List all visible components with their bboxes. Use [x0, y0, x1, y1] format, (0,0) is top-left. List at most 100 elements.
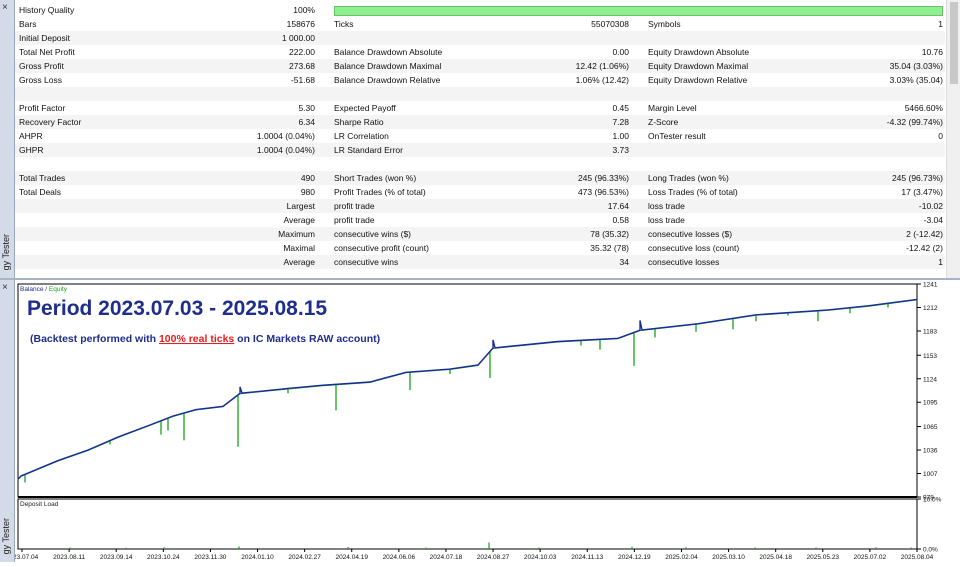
- metric-value: 12.42 (1.06%): [575, 61, 629, 71]
- x-tick-label: 2023.10.24: [147, 554, 180, 561]
- report-row: Profit Factor 5.30 Expected Payoff 0.45 Marg…: [15, 101, 945, 115]
- metric-label: Symbols: [648, 19, 681, 29]
- load-y-tick-label: 0.0%: [923, 547, 938, 554]
- metric-label: Initial Deposit: [19, 33, 71, 43]
- metric-value: 17.64: [607, 201, 629, 211]
- report-row: Average consecutive wins 34 consecutive los…: [15, 255, 945, 269]
- history-quality-value: 100%: [293, 5, 315, 15]
- metric-value: 7.28: [612, 117, 629, 127]
- report-row: AHPR 1.0004 (0.04%) LR Correlation 1.00 OnTe…: [15, 129, 945, 143]
- strategy-tester-side-panel: × gy Tester: [0, 0, 15, 278]
- report-row: Maximum consecutive wins ($) 78 (35.32) con…: [15, 227, 945, 241]
- metric-value: 1: [938, 257, 943, 267]
- history-quality-row: History Quality 100%: [15, 3, 945, 17]
- metric-label: Profit Factor: [19, 103, 66, 113]
- x-tick-label: 2024.06.06: [383, 554, 416, 561]
- x-tick-label: 2024.04.19: [335, 554, 368, 561]
- metric-label: Total Deals: [19, 187, 62, 197]
- metric-label: Total Net Profit: [19, 47, 75, 57]
- metric-label: Largest: [286, 201, 315, 211]
- metric-value: 55070308: [591, 19, 629, 29]
- x-tick-label: 2024.10.03: [524, 554, 557, 561]
- metric-label: loss trade: [648, 201, 685, 211]
- metric-value: 5466.60%: [904, 103, 943, 113]
- metric-label: Short Trades (won %): [334, 173, 417, 183]
- graph-background: [15, 280, 960, 562]
- metric-value: 1.00: [612, 131, 629, 141]
- report-row: [15, 157, 945, 171]
- metric-label: Long Trades (won %): [648, 173, 729, 183]
- metric-value: 35.32 (78): [590, 243, 629, 253]
- x-tick-label: 2023.08.11: [53, 554, 85, 561]
- close-icon[interactable]: ×: [2, 3, 8, 13]
- y-tick-label: 1007: [923, 471, 938, 478]
- metric-label: Ticks: [334, 19, 354, 29]
- x-tick-label: 2024.08.27: [477, 554, 510, 561]
- metric-label: LR Standard Error: [334, 145, 403, 155]
- metric-label: Recovery Factor: [19, 117, 82, 127]
- metric-value: 1.06% (12.42): [575, 75, 629, 85]
- y-tick-label: 1212: [923, 305, 938, 312]
- report-row: Largest profit trade 17.64 loss trade -10.02: [15, 199, 945, 213]
- report-row: [15, 87, 945, 101]
- x-tick-label: 2023.07.04: [15, 554, 39, 561]
- x-tick-label: 2025.05.23: [807, 554, 840, 561]
- x-tick-label: 2024.11.13: [571, 554, 603, 561]
- metric-label: Profit Trades (% of total): [334, 187, 426, 197]
- legend-balance: Balance: [20, 286, 44, 293]
- metric-value: 1.0004 (0.04%): [256, 145, 315, 155]
- report-row: Gross Loss -51.68 Balance Drawdown Relativ…: [15, 73, 945, 87]
- side-panel-title: gy Tester: [1, 233, 11, 270]
- metric-value: 1: [938, 19, 943, 29]
- legend-equity: Equity: [49, 286, 68, 293]
- metric-value: 5.30: [298, 103, 315, 113]
- metric-value: 34: [619, 257, 629, 267]
- metric-value: 245 (96.33%): [577, 173, 629, 183]
- y-tick-label: 1241: [923, 282, 938, 289]
- report-row: Average profit trade 0.58 loss trade -3.04: [15, 213, 945, 227]
- metric-label: LR Correlation: [334, 131, 389, 141]
- metric-label: Loss Trades (% of total): [648, 187, 738, 197]
- metric-value: 10.76: [921, 47, 943, 57]
- metric-label: Maximal: [283, 243, 315, 253]
- metric-label: Balance Drawdown Relative: [334, 75, 441, 85]
- metric-label: Expected Payoff: [334, 103, 396, 113]
- metric-label: consecutive losses ($): [648, 229, 733, 239]
- report-scrollbar[interactable]: [946, 0, 960, 278]
- backtest-report: History Quality 100% Bars 158676 Ticks 5507…: [15, 0, 945, 278]
- metric-label: consecutive profit (count): [334, 243, 429, 253]
- metric-value: 222.00: [289, 47, 315, 57]
- scrollbar-thumb[interactable]: [950, 2, 958, 84]
- metric-label: Average: [283, 215, 315, 225]
- metric-label: Gross Loss: [19, 75, 62, 85]
- metric-value: 1.0004 (0.04%): [256, 131, 315, 141]
- x-tick-label: 2024.07.18: [430, 554, 463, 561]
- metric-value: 980: [300, 187, 315, 197]
- report-row: GHPR 1.0004 (0.04%) LR Standard Error 3.73: [15, 143, 945, 157]
- metric-label: Z-Score: [648, 117, 679, 127]
- close-icon[interactable]: ×: [2, 283, 8, 293]
- metric-value: 0.58: [612, 215, 629, 225]
- x-tick-label: 2025.08.04: [901, 554, 934, 561]
- report-row: Recovery Factor 6.34 Sharpe Ratio 7.28 Z-Sco…: [15, 115, 945, 129]
- y-tick-label: 1153: [923, 353, 937, 360]
- history-quality-label: History Quality: [19, 5, 75, 15]
- metric-label: consecutive wins: [334, 257, 399, 267]
- report-row: Maximal consecutive profit (count) 35.32 (…: [15, 241, 945, 255]
- report-row: Total Trades 490 Short Trades (won %) 245 (…: [15, 171, 945, 185]
- x-tick-label: 2023.09.14: [100, 554, 133, 561]
- metric-value: 0.00: [612, 47, 629, 57]
- metric-value: -10.02: [918, 201, 943, 211]
- metric-label: Equity Drawdown Maximal: [648, 61, 749, 71]
- metric-value: 2 (-12.42): [906, 229, 943, 239]
- metric-label: loss trade: [648, 215, 685, 225]
- metric-value: 35.04 (3.03%): [889, 61, 943, 71]
- history-quality-bar: [334, 6, 943, 16]
- metric-label: Equity Drawdown Absolute: [648, 47, 750, 57]
- highlight-real-ticks: 100% real ticks: [159, 333, 234, 345]
- metric-label: Total Trades: [19, 173, 66, 183]
- metric-label: Balance Drawdown Maximal: [334, 61, 442, 71]
- metric-value: 158676: [286, 19, 315, 29]
- metric-value: -4.32 (99.74%): [886, 117, 943, 127]
- balance-equity-graph: 1241 1212 1183 1153 1124 1095 1065 1036 1007 978 …: [6, 280, 960, 562]
